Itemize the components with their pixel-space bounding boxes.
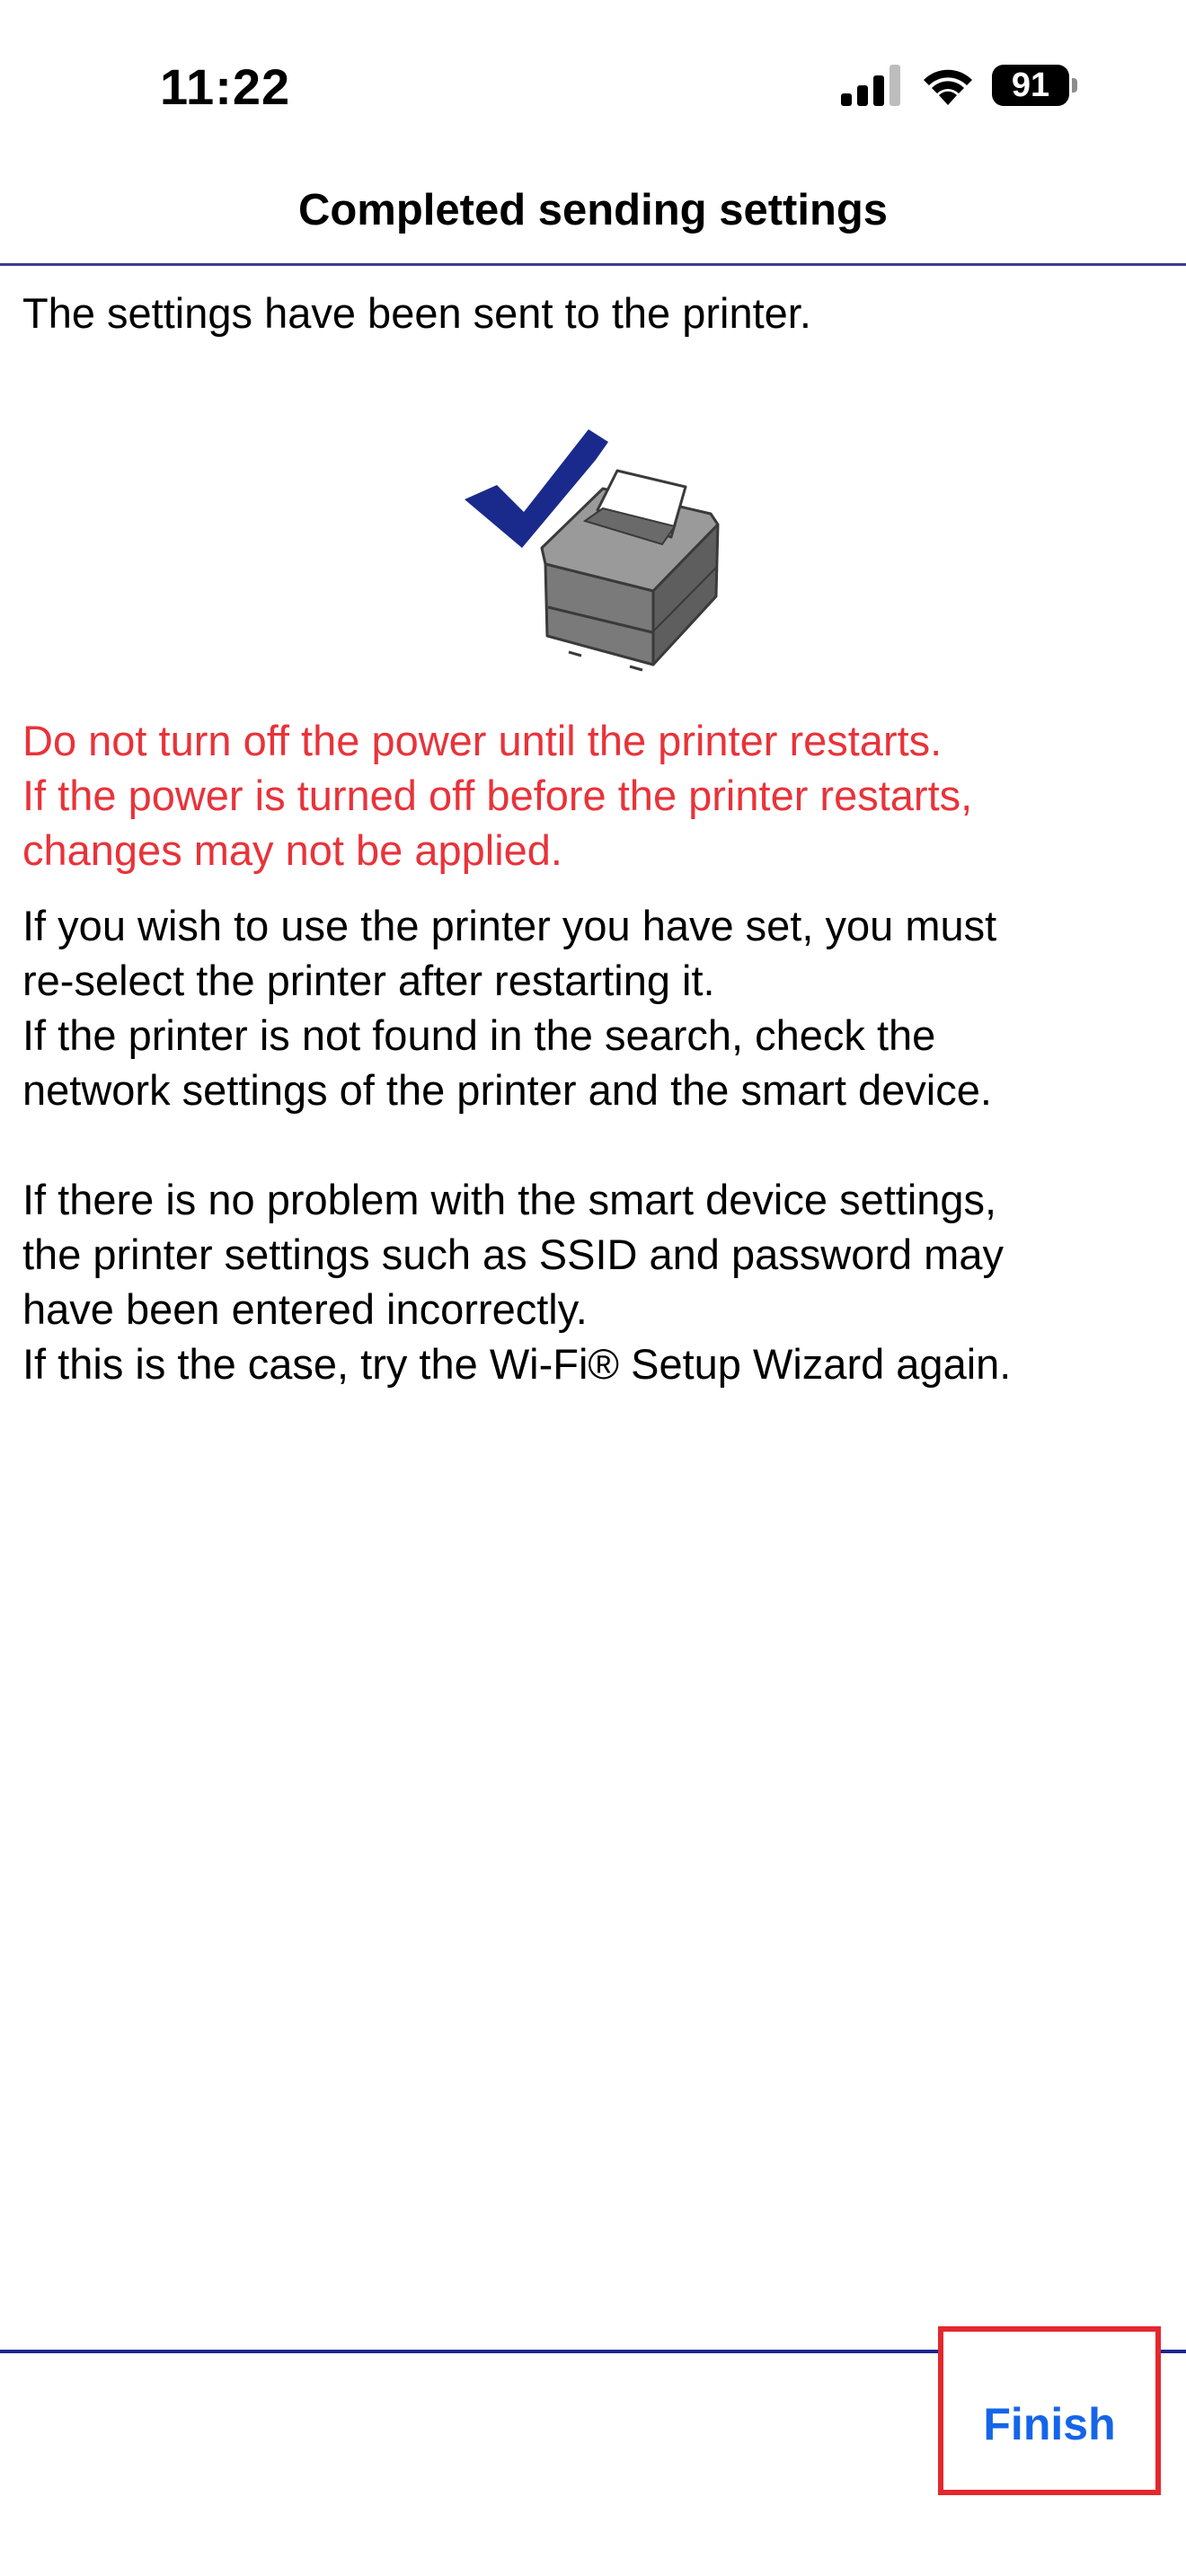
warning-line: If the power is turned off before the pr… — [22, 772, 973, 819]
finish-button[interactable]: Finish — [938, 2326, 1161, 2495]
page-title: Completed sending settings — [297, 186, 889, 234]
info-line: If this is the case, try the Wi-Fi® Setu… — [22, 1340, 1012, 1388]
printer-icon — [540, 469, 720, 672]
info-line: If there is no problem with the smart de… — [22, 1176, 997, 1223]
info-line: network settings of the printer and the … — [22, 1066, 992, 1114]
warning-message: Do not turn off the power until the prin… — [22, 713, 972, 878]
intro-text: The settings have been sent to the print… — [22, 289, 811, 337]
info-line: If the printer is not found in the searc… — [22, 1011, 936, 1059]
battery-icon: 91 — [992, 65, 1078, 106]
info-line: the printer settings such as SSID and pa… — [22, 1231, 1004, 1278]
content-area: The settings have been sent to the print… — [22, 286, 1168, 1388]
info-line: If you wish to use the printer you have … — [22, 902, 997, 949]
warning-line: changes may not be applied. — [22, 826, 562, 874]
navigation-bar: Completed sending settings — [0, 171, 1186, 266]
battery-level: 91 — [992, 65, 1069, 106]
info-line: re-select the printer after restarting i… — [22, 957, 715, 1004]
warning-line: Do not turn off the power until the prin… — [22, 717, 943, 764]
finish-label: Finish — [983, 2399, 1116, 2449]
printer-illustration — [465, 429, 720, 672]
info-line: have been entered incorrectly. — [22, 1285, 588, 1333]
wifi-icon — [924, 69, 972, 105]
battery-tip — [1072, 78, 1077, 93]
signal-icon — [841, 65, 900, 106]
status-time: 11:22 — [160, 58, 291, 115]
info-message: If you wish to use the printer you have … — [22, 898, 1011, 1391]
status-bar: 11:22 91 — [0, 0, 1186, 171]
